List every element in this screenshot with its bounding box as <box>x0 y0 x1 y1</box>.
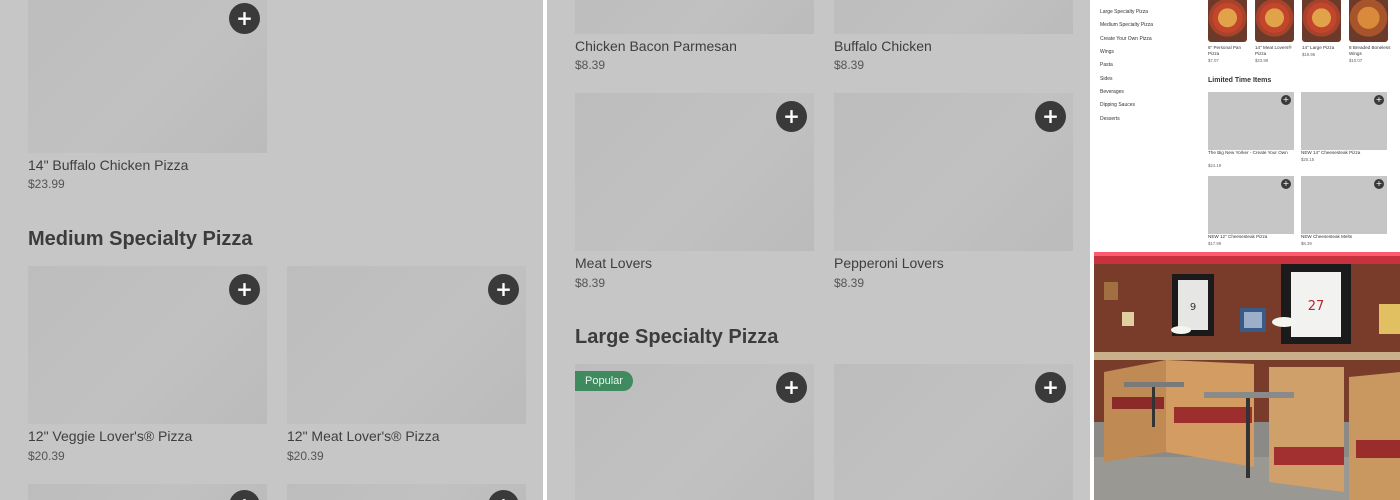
thumb-price: $19.95 <box>1302 52 1316 57</box>
item-price: $17.99 <box>1208 241 1222 246</box>
thumb-price: $7.07 <box>1208 58 1219 63</box>
section-title: Medium Specialty Pizza <box>28 228 253 250</box>
add-item-button[interactable]: + <box>1374 95 1384 105</box>
wings-thumbnail[interactable] <box>1349 0 1388 42</box>
thumb-price: $23.99 <box>1255 58 1269 63</box>
thumb-price: $10.07 <box>1349 58 1363 63</box>
pizza-thumbnail[interactable] <box>1208 0 1247 42</box>
item-name[interactable]: NEW 12" Cheesesteak Pizza <box>1208 234 1292 240</box>
sidebar-item[interactable]: Sides <box>1100 76 1113 82</box>
add-item-button[interactable]: + <box>229 274 260 305</box>
item-image[interactable] <box>834 0 1073 34</box>
item-price: $20.15 <box>1301 157 1315 162</box>
thumb-name[interactable]: 14" Meat Lovers® Pizza <box>1255 45 1295 57</box>
item-name[interactable]: NEW 14" Cheesesteak Pizza <box>1301 150 1385 156</box>
thumb-name[interactable]: 14" Large Pizza <box>1302 45 1342 51</box>
menu-panel-left: + 14" Buffalo Chicken Pizza $23.99 Mediu… <box>0 0 543 500</box>
item-price: $8.39 <box>834 276 865 290</box>
item-price: $20.39 <box>28 449 65 463</box>
add-item-button[interactable]: + <box>1281 95 1291 105</box>
sidebar-item[interactable]: Desserts <box>1100 116 1120 122</box>
sidebar-item[interactable]: Beverages <box>1100 89 1124 95</box>
item-price: $20.39 <box>287 449 324 463</box>
sidebar-item[interactable]: Dipping Sauces <box>1100 102 1135 108</box>
item-price: $24.19 <box>1208 163 1222 168</box>
pizza-thumbnail[interactable] <box>1255 0 1294 42</box>
add-item-button[interactable]: + <box>1035 372 1066 403</box>
item-image[interactable] <box>575 0 814 34</box>
item-price: $8.39 <box>575 58 606 72</box>
item-name[interactable]: 12" Meat Lover's® Pizza <box>287 428 440 444</box>
item-name[interactable]: Meat Lovers <box>575 255 652 271</box>
item-name[interactable]: Pepperoni Lovers <box>834 255 944 271</box>
sidebar-item[interactable]: Create Your Own Pizza <box>1100 36 1152 42</box>
sidebar-item[interactable]: Medium Specialty Pizza <box>1100 22 1153 28</box>
item-name[interactable]: Buffalo Chicken <box>834 38 932 54</box>
sidebar-item[interactable]: Wings <box>1100 49 1114 55</box>
item-price: $8.39 <box>1301 241 1312 246</box>
thumb-name[interactable]: 6" Personal Pan Pizza <box>1208 45 1248 57</box>
section-title: Large Specialty Pizza <box>575 326 779 348</box>
add-item-button[interactable]: + <box>1035 101 1066 132</box>
jersey-number: 27 <box>1308 299 1325 314</box>
item-price: $23.99 <box>28 177 65 191</box>
item-name[interactable]: 14" Buffalo Chicken Pizza <box>28 157 188 173</box>
popular-badge: Popular <box>575 371 633 391</box>
add-item-button[interactable]: + <box>776 372 807 403</box>
menu-panel-mini: Large Specialty Pizza Medium Specialty P… <box>1094 0 1400 248</box>
item-price: $8.39 <box>575 276 606 290</box>
sidebar-item[interactable]: Large Specialty Pizza <box>1100 9 1148 15</box>
add-item-button[interactable]: + <box>1281 179 1291 189</box>
restaurant-photo: 9 27 <box>1094 252 1400 500</box>
item-price: $8.39 <box>834 58 865 72</box>
item-name[interactable]: 12" Veggie Lover's® Pizza <box>28 428 192 444</box>
item-name[interactable]: Chicken Bacon Parmesan <box>575 38 737 54</box>
add-item-button[interactable]: + <box>229 3 260 34</box>
section-title: Limited Time Items <box>1208 77 1272 84</box>
pizza-thumbnail[interactable] <box>1302 0 1341 42</box>
thumb-name[interactable]: 8 Breaded Boneless Wings <box>1349 45 1391 57</box>
sidebar-item[interactable]: Pasta <box>1100 62 1113 68</box>
menu-panel-middle: Chicken Bacon Parmesan $8.39 Buffalo Chi… <box>547 0 1090 500</box>
restaurant-interior-illustration: 9 27 <box>1094 252 1400 500</box>
add-item-button[interactable]: + <box>1374 179 1384 189</box>
add-item-button[interactable]: + <box>776 101 807 132</box>
jersey-number: 9 <box>1190 302 1196 313</box>
item-name[interactable]: NEW Cheesesteak Melts <box>1301 234 1385 240</box>
item-name[interactable]: The Big New Yorker - Create Your Own <box>1208 150 1292 156</box>
add-item-button[interactable]: + <box>488 274 519 305</box>
